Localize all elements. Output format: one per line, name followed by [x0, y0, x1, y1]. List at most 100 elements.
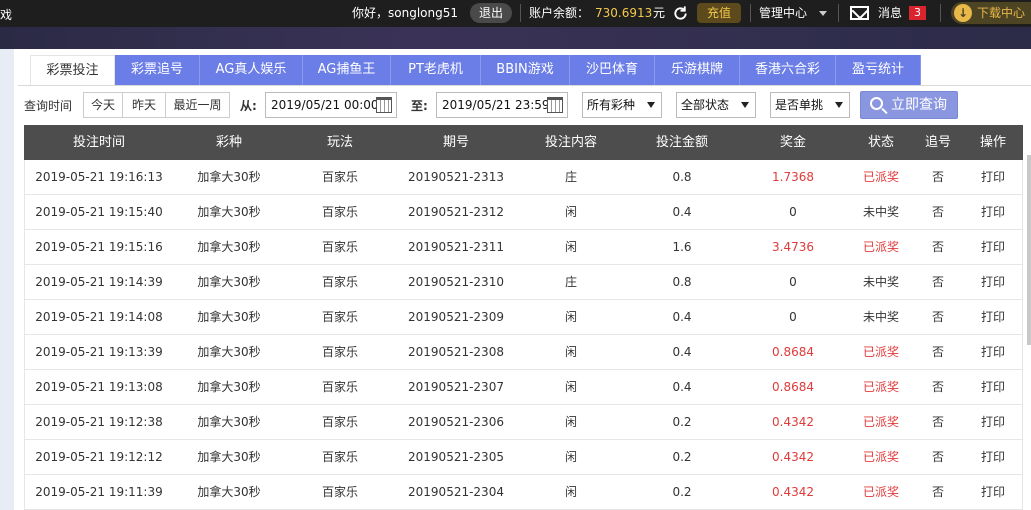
cell-action[interactable]: 打印: [963, 160, 1023, 195]
from-date-input[interactable]: 2019/05/21 00:00: [265, 92, 397, 118]
left-strip: [0, 49, 14, 510]
logout-button[interactable]: 退出: [470, 3, 512, 23]
tab-ag-fishing[interactable]: AG捕鱼王: [303, 55, 391, 85]
mail-icon[interactable]: [850, 6, 869, 20]
table-row: 2019-05-21 19:16:13 加拿大30秒 百家乐 20190521-231…: [24, 160, 1023, 195]
last-week-button[interactable]: 最近一周: [165, 92, 230, 118]
to-date-input[interactable]: 2019/05/21 23:59: [436, 92, 568, 118]
cell-play: 百家乐: [321, 310, 358, 324]
cell-lottery: 加拿大30秒: [197, 205, 261, 219]
cell-bet-time: 2019-05-21 19:13:39: [35, 345, 163, 359]
to-date-value: 2019/05/21 23:59: [442, 98, 550, 112]
cell-action[interactable]: 打印: [963, 335, 1023, 370]
lottery-type-select[interactable]: 所有彩种: [582, 92, 662, 118]
cell-status: 已派奖: [862, 485, 899, 499]
tab-pt-slots[interactable]: PT老虎机: [391, 55, 481, 85]
scrollbar[interactable]: [1027, 155, 1031, 345]
cell-action[interactable]: 打印: [963, 195, 1023, 230]
cell-chase: 否: [931, 205, 944, 219]
header-col-prize: 奖金: [779, 135, 806, 150]
single-pick-value: 是否单挑: [775, 98, 824, 112]
chevron-down-icon[interactable]: [819, 11, 827, 16]
cell-chase: 否: [931, 170, 944, 184]
cell-action[interactable]: 打印: [963, 370, 1023, 405]
download-center-button[interactable]: ↓ 下载中心: [951, 2, 1031, 24]
cell-status: 未中奖: [862, 275, 899, 289]
cell-bet-time: 2019-05-21 19:11:39: [35, 485, 163, 499]
cell-action[interactable]: 打印: [963, 300, 1023, 335]
cell-action[interactable]: 打印: [963, 475, 1023, 510]
cell-issue: 20190521-2307: [408, 380, 504, 394]
cell-bet-time: 2019-05-21 19:12:38: [35, 415, 163, 429]
cell-content: 闲: [564, 345, 577, 359]
yesterday-button[interactable]: 昨天: [122, 92, 166, 118]
cell-amount: 0.2: [672, 450, 692, 464]
balance-value: 730.6913: [595, 6, 653, 20]
cell-prize: 0: [789, 310, 797, 324]
divider: [750, 4, 751, 22]
cell-action[interactable]: 打印: [963, 230, 1023, 265]
messages-link[interactable]: 消息: [878, 0, 902, 27]
cell-chase: 否: [931, 415, 944, 429]
divider: [940, 4, 941, 22]
cell-bet-time: 2019-05-21 19:16:13: [35, 170, 163, 184]
tab-ag-live[interactable]: AG真人娱乐: [200, 55, 303, 85]
cell-content: 闲: [564, 450, 577, 464]
cell-prize: 1.7368: [772, 170, 814, 184]
header-col-amount: 投注金额: [655, 135, 708, 150]
table-row: 2019-05-21 19:15:40 加拿大30秒 百家乐 20190521-231…: [24, 195, 1023, 230]
table-row: 2019-05-21 19:13:08 加拿大30秒 百家乐 20190521-230…: [24, 370, 1023, 405]
cell-lottery: 加拿大30秒: [197, 345, 261, 359]
refresh-icon[interactable]: [672, 5, 689, 22]
manage-center-menu[interactable]: 管理中心: [759, 0, 807, 27]
status-value: 全部状态: [681, 98, 730, 112]
cell-issue: 20190521-2311: [408, 240, 504, 254]
cell-action[interactable]: 打印: [963, 440, 1023, 475]
cell-action[interactable]: 打印: [963, 405, 1023, 440]
cell-content: 闲: [564, 310, 577, 324]
cell-action[interactable]: 打印: [963, 265, 1023, 300]
bet-records-table: 投注时间 彩种 玩法 期号 投注内容 投注金额 奖金 状态 追号 操作 2019-05-21 19…: [24, 125, 1023, 510]
today-button[interactable]: 今天: [83, 92, 123, 118]
header-band: [0, 27, 1031, 49]
cell-amount: 0.2: [672, 415, 692, 429]
recharge-button[interactable]: 充值: [697, 3, 741, 23]
cell-prize: 0: [789, 275, 797, 289]
cell-chase: 否: [931, 310, 944, 324]
tab-leyou-chess[interactable]: 乐游棋牌: [655, 55, 740, 85]
download-center-label: 下载中心: [977, 6, 1026, 20]
top-bar: 戏 你好，songlong51 退出 账户余额： 730.6913 元 充值 管…: [0, 0, 1031, 27]
cell-content: 闲: [564, 415, 577, 429]
dropdown-arrow-icon: [647, 102, 655, 108]
cell-lottery: 加拿大30秒: [197, 450, 261, 464]
cell-amount: 0.4: [672, 205, 692, 219]
single-pick-select[interactable]: 是否单挑: [770, 92, 850, 118]
cell-bet-time: 2019-05-21 19:12:12: [35, 450, 163, 464]
tab-lottery-chase[interactable]: 彩票追号: [115, 55, 200, 85]
table-row: 2019-05-21 19:14:39 加拿大30秒 百家乐 20190521-231…: [24, 265, 1023, 300]
tab-hk-mark-six[interactable]: 香港六合彩: [740, 55, 836, 85]
query-button[interactable]: 立即查询: [860, 91, 958, 119]
table-row: 2019-05-21 19:12:38 加拿大30秒 百家乐 20190521-230…: [24, 405, 1023, 440]
cell-lottery: 加拿大30秒: [197, 275, 261, 289]
table-row: 2019-05-21 19:15:16 加拿大30秒 百家乐 20190521-231…: [24, 230, 1023, 265]
calendar-icon[interactable]: [376, 97, 392, 113]
cell-play: 百家乐: [321, 485, 358, 499]
cell-status: 已派奖: [862, 450, 899, 464]
dropdown-arrow-icon: [741, 102, 749, 108]
calendar-icon[interactable]: [547, 97, 563, 113]
to-label: 至:: [411, 99, 428, 113]
status-select[interactable]: 全部状态: [676, 92, 756, 118]
cell-chase: 否: [931, 345, 944, 359]
header-col-chase: 追号: [924, 135, 951, 150]
tab-saba-sports[interactable]: 沙巴体育: [570, 55, 655, 85]
tab-lottery-bets[interactable]: 彩票投注: [30, 55, 115, 85]
cell-issue: 20190521-2309: [408, 310, 504, 324]
table-body: 2019-05-21 19:16:13 加拿大30秒 百家乐 20190521-231…: [24, 160, 1023, 510]
cell-status: 已派奖: [862, 380, 899, 394]
tab-profit-stats[interactable]: 盈亏统计: [836, 55, 921, 85]
cell-play: 百家乐: [321, 450, 358, 464]
cell-issue: 20190521-2313: [408, 170, 504, 184]
tab-bbin-games[interactable]: BBIN游戏: [481, 55, 570, 85]
query-button-label: 立即查询: [891, 97, 947, 113]
